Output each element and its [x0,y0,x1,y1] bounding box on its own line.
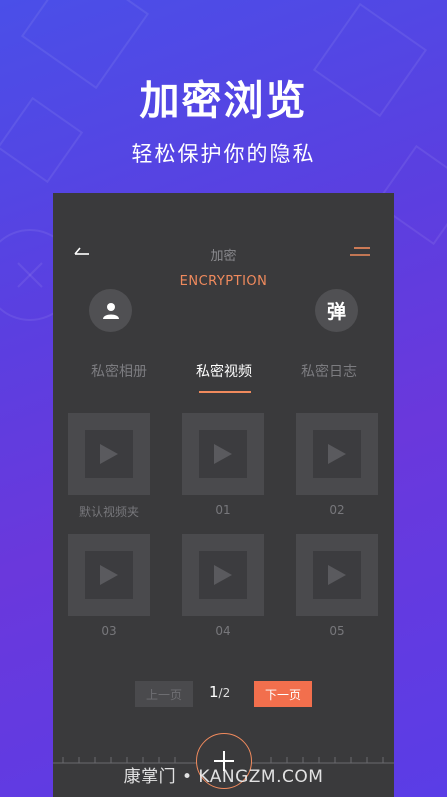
video-folder-label: 默认视频夹 [78,505,139,519]
tab-private-log[interactable]: 私密日志 [279,361,379,381]
video-item[interactable]: 04 [182,534,264,638]
video-item[interactable]: 02 [296,413,378,517]
tab-bar: 私密相册 私密视频 私密日志 [53,361,394,395]
video-thumbnail [182,413,264,495]
play-icon [100,565,118,585]
video-thumbnail [296,534,378,616]
play-icon [214,565,232,585]
video-thumbnail [68,534,150,616]
current-page: 1 [209,683,219,701]
video-thumbnail [68,413,150,495]
user-icon [102,302,119,319]
video-label: 05 [329,624,345,638]
next-page-button[interactable]: 下一页 [254,681,312,707]
page-title: 加密 [210,249,237,264]
page-subtitle: ENCRYPTION [179,274,268,289]
play-icon [214,444,232,464]
promo-subline: 轻松保护你的隐私 [131,142,316,166]
video-folder-item[interactable]: 默认视频夹 [68,413,150,520]
watermark-text: 康掌门 • KANGZM.COM [123,767,324,787]
navigation-bar [53,193,394,253]
active-tab-indicator [199,391,251,393]
video-label: 02 [329,503,345,517]
video-item[interactable]: 05 [296,534,378,638]
video-thumbnail [296,413,378,495]
video-thumbnail [182,534,264,616]
hamburger-icon[interactable] [350,246,372,260]
video-item[interactable]: 01 [182,413,264,517]
play-icon [100,444,118,464]
promo-headline: 加密浏览 [139,78,308,124]
video-label: 03 [101,624,117,638]
video-label: 04 [215,624,231,638]
avatar[interactable] [89,289,132,332]
total-pages: /2 [218,686,231,700]
phone-screen: 加密 ENCRYPTION 弹 私密相册 私密视频 私密日志 默认视频夹 01 … [53,193,394,797]
prev-page-button[interactable]: 上一页 [135,681,193,707]
play-icon [328,565,346,585]
tab-private-album[interactable]: 私密相册 [69,361,169,381]
video-item[interactable]: 03 [68,534,150,638]
video-label: 01 [215,503,231,517]
play-icon [328,444,346,464]
danmu-button[interactable]: 弹 [315,289,358,332]
tab-private-video[interactable]: 私密视频 [174,361,274,381]
page-indicator: 1/2 [209,683,230,701]
